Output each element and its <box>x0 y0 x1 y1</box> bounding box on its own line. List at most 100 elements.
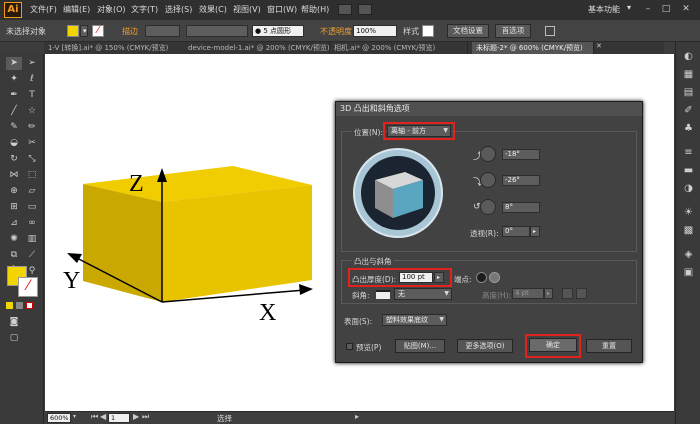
graph-tool-icon[interactable]: ▥ <box>24 233 40 246</box>
stroke-label[interactable]: 描边 <box>122 26 138 37</box>
star-tool-icon[interactable]: ☆ <box>24 105 40 118</box>
shape-builder-tool-icon[interactable]: ⊕ <box>6 185 22 198</box>
mesh-tool-icon[interactable]: ⊞ <box>6 201 22 214</box>
slice-tool-icon[interactable]: ⟋ <box>24 249 40 262</box>
tab-device-model[interactable]: device-model-1.ai* @ 200% (CMYK/预览) <box>184 42 330 54</box>
fill-swatch[interactable] <box>67 25 79 37</box>
x-rotation-field[interactable]: -18° <box>502 149 540 160</box>
tab-doc-1[interactable]: 1-V [转换].ai* @ 150% (CMYK/预览) <box>44 42 168 54</box>
menu-select[interactable]: 选择(S) <box>165 4 192 15</box>
blend-tool-icon[interactable]: ∞ <box>24 217 40 230</box>
cap-off-button[interactable] <box>489 272 500 283</box>
pencil-tool-icon[interactable]: ✏ <box>24 121 40 134</box>
arrange-docs-icon[interactable] <box>545 26 555 36</box>
line-tool-icon[interactable]: ╱ <box>6 105 22 118</box>
menu-window[interactable]: 窗口(W) <box>267 4 297 15</box>
tab-close-icon[interactable]: ✕ <box>596 42 602 50</box>
color-guide-icon[interactable]: ▦ <box>682 68 695 81</box>
zoom-field[interactable]: 600% <box>47 413 71 423</box>
menu-object[interactable]: 对象(O) <box>97 4 126 15</box>
tab-camera[interactable]: 相机.ai* @ 200% (CMYK/预览) <box>330 42 468 54</box>
map-button[interactable]: 贴图(M)... <box>395 339 445 353</box>
last-artboard-icon[interactable]: ⏭ <box>142 412 149 422</box>
stroke-none-swatch[interactable]: ⁄ <box>92 25 104 37</box>
arrange-icon[interactable] <box>358 4 372 15</box>
bevel-in-button[interactable] <box>576 288 587 299</box>
stroke-color-box[interactable]: ⁄ <box>18 277 38 297</box>
height-dropdown[interactable]: ▸ <box>544 288 553 299</box>
artboard-tool-icon[interactable]: ⧉ <box>6 249 22 262</box>
z-rotation-dial[interactable] <box>480 199 496 215</box>
magic-wand-tool-icon[interactable]: ✦ <box>6 73 22 86</box>
preview-checkbox[interactable] <box>346 343 353 350</box>
box-left-face[interactable] <box>83 184 162 302</box>
scissors-tool-icon[interactable]: ✂ <box>24 137 40 150</box>
y-rotation-field[interactable]: -26° <box>502 175 540 186</box>
reset-button[interactable]: 重置 <box>586 339 632 353</box>
perspective-tool-icon[interactable]: ▱ <box>24 185 40 198</box>
menu-type[interactable]: 文字(T) <box>131 4 158 15</box>
preview-label[interactable]: 预览(P) <box>356 342 381 353</box>
workspace-switcher[interactable]: 基本功能 <box>588 4 620 15</box>
zoom-dropdown-icon[interactable]: ▾ <box>73 413 76 420</box>
gradient-mode-button[interactable] <box>16 302 23 309</box>
tab-untitled-2[interactable]: 未标题-2* @ 600% (CMYK/预览) <box>472 42 594 54</box>
more-options-button[interactable]: 更多选项(O) <box>457 339 513 353</box>
eyedropper-tool-icon[interactable]: ⊿ <box>6 217 22 230</box>
fill-dropdown[interactable]: ▾ <box>80 25 88 37</box>
brushes-panel-icon[interactable]: ✐ <box>682 104 695 117</box>
paintbrush-tool-icon[interactable]: ✎ <box>6 121 22 134</box>
draw-mode-icon[interactable]: ◙ <box>6 316 22 329</box>
maximize-icon[interactable]: □ <box>660 4 672 15</box>
width-tool-icon[interactable]: ⋈ <box>6 169 22 182</box>
bevel-dropdown[interactable]: 无 ▼ <box>394 288 452 300</box>
depth-dropdown[interactable]: ▸ <box>434 272 444 283</box>
perspective-dropdown[interactable]: ▸ <box>530 226 540 237</box>
doc-setup-button[interactable]: 文档设置 <box>447 24 489 38</box>
color-panel-icon[interactable]: ◐ <box>682 50 695 63</box>
box-front-face[interactable] <box>162 185 312 302</box>
y-rotation-dial[interactable] <box>480 172 496 188</box>
style-swatch[interactable] <box>422 25 434 37</box>
none-mode-button[interactable] <box>26 302 33 309</box>
graphic-styles-icon[interactable]: ▩ <box>682 224 695 237</box>
minimize-icon[interactable]: – <box>642 4 654 15</box>
preferences-button[interactable]: 首选项 <box>495 24 531 38</box>
color-mode-button[interactable] <box>6 302 13 309</box>
cap-on-button[interactable] <box>476 272 487 283</box>
swatches-panel-icon[interactable]: ▤ <box>682 86 695 99</box>
transparency-panel-icon[interactable]: ◑ <box>682 182 695 195</box>
ok-button[interactable]: 确定 <box>529 338 577 352</box>
pen-tool-icon[interactable]: ✒ <box>6 89 22 102</box>
screen-mode-icon[interactable]: ▢ <box>6 332 22 345</box>
opacity-field[interactable]: 100% <box>353 25 397 37</box>
height-field[interactable]: 4 pt <box>512 288 544 299</box>
stroke-weight-field[interactable] <box>145 25 180 37</box>
lasso-tool-icon[interactable]: ℓ <box>24 73 40 86</box>
bridge-icon[interactable] <box>338 4 352 15</box>
first-artboard-icon[interactable]: ⏮ <box>91 412 98 422</box>
scale-tool-icon[interactable]: ⤡ <box>24 153 40 166</box>
opacity-label[interactable]: 不透明度 <box>320 26 352 37</box>
gradient-panel-icon[interactable]: ▬ <box>682 164 695 177</box>
close-icon[interactable]: ✕ <box>680 4 692 15</box>
stroke-panel-icon[interactable]: ≡ <box>682 146 695 159</box>
layers-panel-icon[interactable]: ◈ <box>682 248 695 261</box>
symbol-sprayer-tool-icon[interactable]: ✺ <box>6 233 22 246</box>
next-artboard-icon[interactable]: ▶ <box>133 412 139 421</box>
menu-view[interactable]: 视图(V) <box>233 4 261 15</box>
artboards-panel-icon[interactable]: ▣ <box>682 266 695 279</box>
bevel-out-button[interactable] <box>562 288 573 299</box>
variable-width-dropdown[interactable] <box>186 25 248 37</box>
symbols-panel-icon[interactable]: ♣ <box>682 122 695 135</box>
rotation-track-cube[interactable] <box>353 148 443 238</box>
position-dropdown[interactable]: 离轴 - 前方 ▼ <box>387 125 451 137</box>
surface-dropdown[interactable]: 塑料效果底纹 ▼ <box>382 314 447 326</box>
menu-edit[interactable]: 编辑(E) <box>63 4 90 15</box>
depth-field[interactable]: 100 pt <box>399 272 433 283</box>
x-rotation-dial[interactable] <box>480 146 496 162</box>
chevron-down-icon[interactable]: ▾ <box>627 3 631 12</box>
status-menu-icon[interactable]: ▸ <box>355 412 359 421</box>
artboard-number-field[interactable]: 1 <box>108 413 130 423</box>
brush-dropdown[interactable]: ● 5 点圆形 <box>252 25 304 37</box>
